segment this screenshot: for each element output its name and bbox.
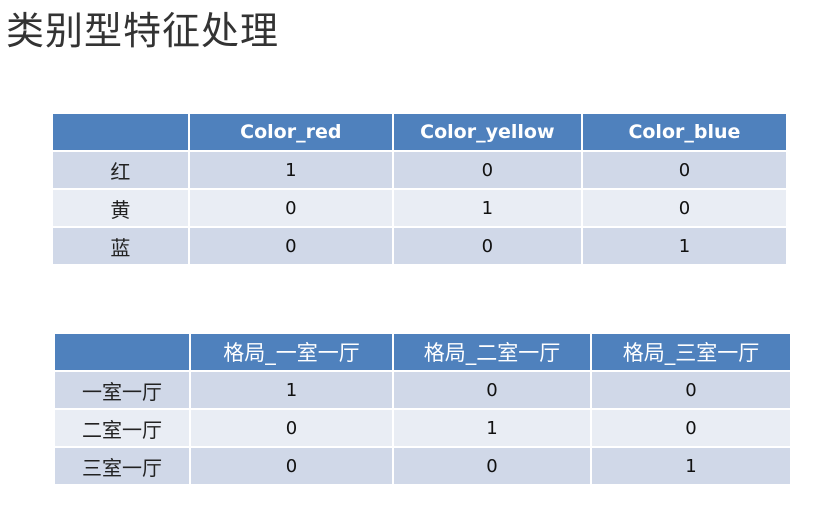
table-cell: 0 [191,448,392,484]
table-cell: 1 [582,228,786,264]
table-cell: 0 [592,410,790,446]
table-header-row: Color_red Color_yellow Color_blue [53,114,786,150]
corner-header [55,334,189,370]
table-cell: 0 [394,372,590,408]
table-row: 黄 0 1 0 [53,190,786,226]
table-row: 二室一厅 0 1 0 [55,410,790,446]
table-cell: 0 [592,372,790,408]
column-header-color-blue: Color_blue [582,114,786,150]
table-header-row: 格局_一室一厅 格局_二室一厅 格局_三室一厅 [55,334,790,370]
table-cell: 0 [582,152,786,188]
slide-title: 类别型特征处理 [6,9,280,53]
column-header-layout-1: 格局_一室一厅 [191,334,392,370]
table-cell: 1 [592,448,790,484]
row-label: 二室一厅 [55,410,189,446]
color-one-hot-table: Color_red Color_yellow Color_blue 红 1 0 … [51,112,788,266]
row-label: 蓝 [53,228,188,264]
table-row: 红 1 0 0 [53,152,786,188]
table-cell: 0 [393,228,581,264]
column-header-color-yellow: Color_yellow [393,114,581,150]
table-cell: 1 [191,372,392,408]
layout-one-hot-table: 格局_一室一厅 格局_二室一厅 格局_三室一厅 一室一厅 1 0 0 二室一厅 … [53,332,792,486]
row-label: 一室一厅 [55,372,189,408]
row-label: 黄 [53,190,188,226]
table-cell: 0 [582,190,786,226]
column-header-layout-3: 格局_三室一厅 [592,334,790,370]
table-row: 蓝 0 0 1 [53,228,786,264]
table-cell: 0 [393,152,581,188]
table-row: 三室一厅 0 0 1 [55,448,790,484]
row-label: 三室一厅 [55,448,189,484]
corner-header [53,114,188,150]
table-cell: 0 [189,228,392,264]
column-header-color-red: Color_red [189,114,392,150]
table-cell: 1 [393,190,581,226]
table-cell: 0 [189,190,392,226]
table-cell: 0 [394,448,590,484]
table-cell: 0 [191,410,392,446]
column-header-layout-2: 格局_二室一厅 [394,334,590,370]
row-label: 红 [53,152,188,188]
table-row: 一室一厅 1 0 0 [55,372,790,408]
table-cell: 1 [394,410,590,446]
table-cell: 1 [189,152,392,188]
